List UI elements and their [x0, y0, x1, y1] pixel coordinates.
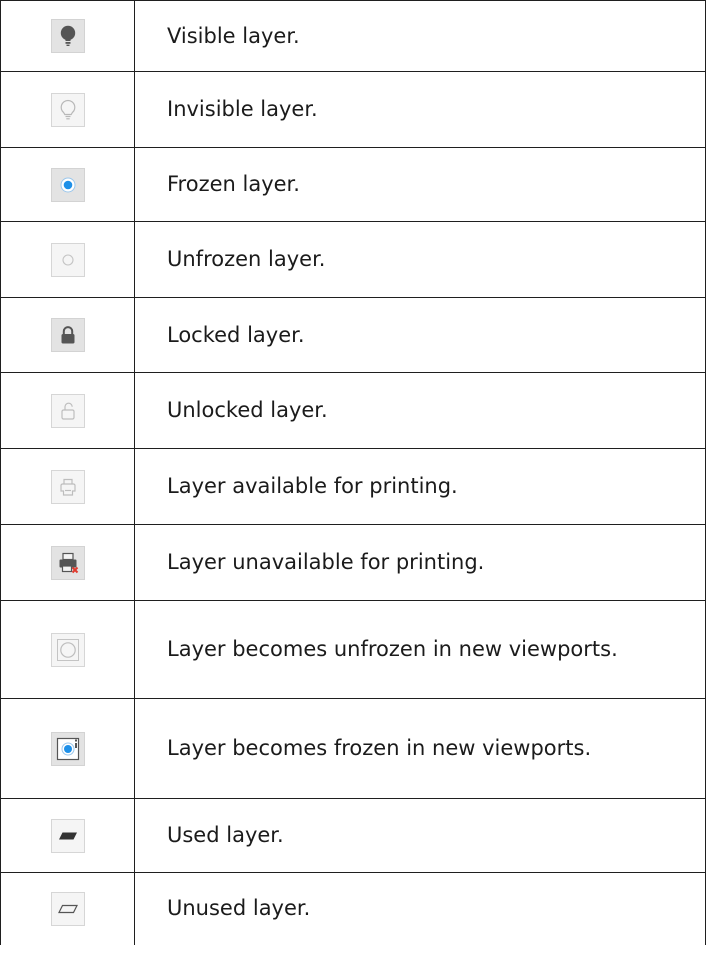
- legend-row: Layer unavailable for printing.: [0, 524, 706, 601]
- printer-disabled-icon: [50, 545, 85, 580]
- icon-cell: [0, 71, 135, 148]
- new-viewport-frozen-icon: [50, 731, 85, 766]
- legend-row: Layer becomes unfrozen in new viewports.: [0, 600, 706, 699]
- icon-cell: [0, 147, 135, 222]
- legend-row: Layer available for printing.: [0, 448, 706, 525]
- legend-description: Locked layer.: [134, 297, 706, 373]
- legend-row: Unfrozen layer.: [0, 221, 706, 298]
- legend-description: Visible layer.: [134, 0, 706, 72]
- layer-icon-legend-table: Visible layer. Invisible layer. Frozen l…: [0, 0, 706, 945]
- lightbulb-off-icon: [50, 92, 85, 127]
- legend-description: Layer unavailable for printing.: [134, 524, 706, 601]
- legend-description: Frozen layer.: [134, 147, 706, 222]
- icon-cell: [0, 798, 135, 873]
- icon-cell: [0, 297, 135, 373]
- legend-description: Unused layer.: [134, 872, 706, 945]
- legend-row: Frozen layer.: [0, 147, 706, 222]
- legend-description: Layer available for printing.: [134, 448, 706, 525]
- legend-description: Invisible layer.: [134, 71, 706, 148]
- icon-cell: [0, 872, 135, 945]
- icon-cell: [0, 0, 135, 72]
- frozen-radio-icon: [50, 167, 85, 202]
- icon-cell: [0, 221, 135, 298]
- legend-description: Unfrozen layer.: [134, 221, 706, 298]
- legend-description: Used layer.: [134, 798, 706, 873]
- printer-icon: [50, 469, 85, 504]
- used-layer-icon: [50, 818, 85, 853]
- unused-layer-icon: [50, 891, 85, 926]
- lock-closed-icon: [50, 318, 85, 352]
- icon-cell: [0, 448, 135, 525]
- new-viewport-unfrozen-icon: [50, 632, 85, 667]
- legend-row: Visible layer.: [0, 0, 706, 72]
- legend-row: Used layer.: [0, 798, 706, 873]
- legend-description: Unlocked layer.: [134, 372, 706, 449]
- legend-description: Layer becomes unfrozen in new viewports.: [134, 600, 706, 699]
- icon-cell: [0, 698, 135, 799]
- icon-cell: [0, 372, 135, 449]
- legend-row: Invisible layer.: [0, 71, 706, 148]
- unfrozen-circle-icon: [50, 242, 85, 277]
- legend-row: Unlocked layer.: [0, 372, 706, 449]
- legend-row: Locked layer.: [0, 297, 706, 373]
- lock-open-icon: [50, 393, 85, 428]
- legend-row: Layer becomes frozen in new viewports.: [0, 698, 706, 799]
- icon-cell: [0, 600, 135, 699]
- lightbulb-on-icon: [50, 19, 85, 53]
- legend-row: Unused layer.: [0, 872, 706, 945]
- legend-description: Layer becomes frozen in new viewports.: [134, 698, 706, 799]
- icon-cell: [0, 524, 135, 601]
